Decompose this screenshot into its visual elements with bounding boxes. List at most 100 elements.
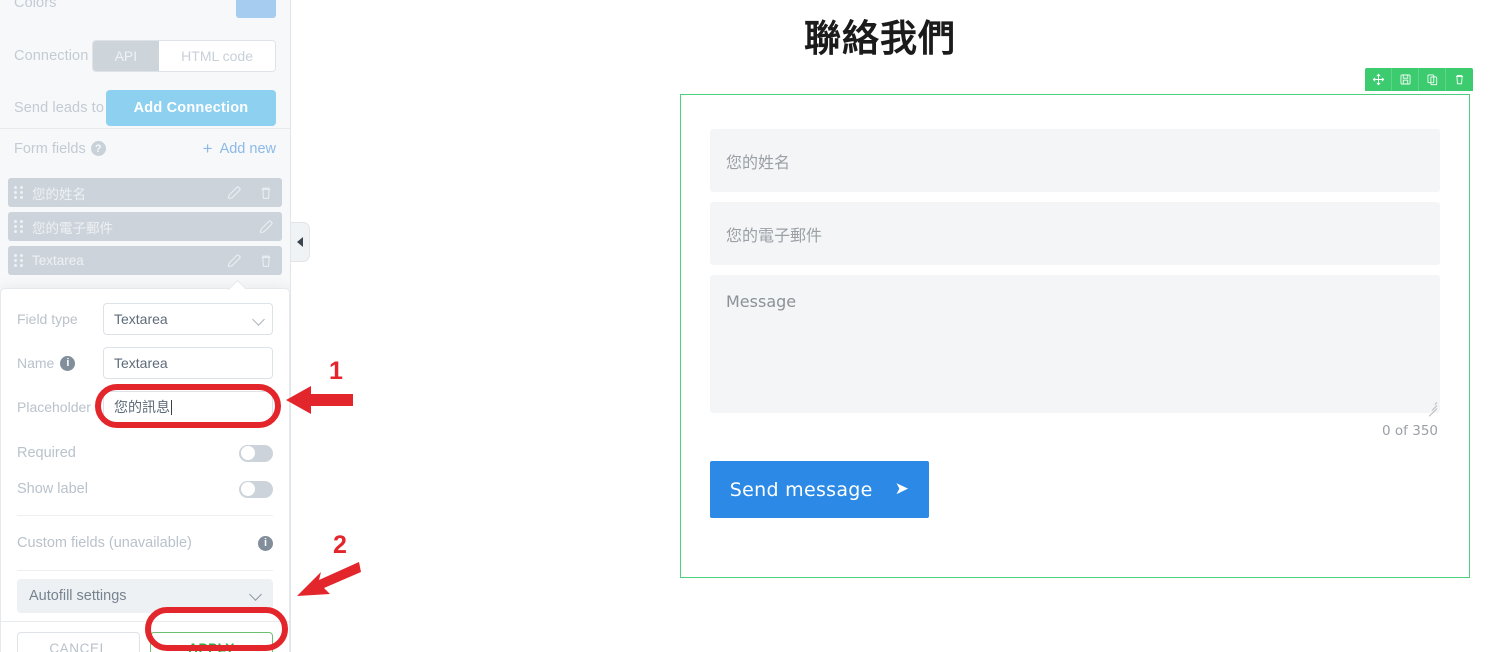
popup-caret bbox=[228, 280, 246, 290]
field-actions bbox=[258, 219, 274, 235]
colors-label: Colors bbox=[14, 0, 57, 11]
placeholder-input[interactable]: 您的訊息 bbox=[103, 391, 273, 423]
paper-plane-icon: ➤ bbox=[894, 479, 910, 499]
name-row: Name i bbox=[17, 347, 273, 379]
form-fields-preview: 您的姓名 您的電子郵件 Message 0 of 350 Send messag… bbox=[710, 129, 1440, 518]
send-leads-label: Send leads to bbox=[14, 100, 104, 116]
field-row-textarea[interactable]: Textarea bbox=[8, 246, 282, 275]
connection-label: Connection bbox=[14, 48, 89, 64]
form-preview-area: 聯絡我們 您的姓名 您的電子郵件 Message 0 of 350 Send m… bbox=[291, 0, 1507, 652]
edit-pencil-icon[interactable] bbox=[258, 219, 274, 235]
panel-divider bbox=[0, 128, 290, 129]
field-actions bbox=[226, 253, 274, 269]
name-label: Name bbox=[17, 355, 55, 371]
chevron-left-icon bbox=[297, 237, 303, 247]
tab-api[interactable]: API bbox=[92, 41, 160, 71]
edit-pencil-icon[interactable] bbox=[226, 185, 242, 201]
cancel-button[interactable]: CANCEL bbox=[17, 632, 140, 652]
required-label: Required bbox=[17, 445, 76, 461]
popup-divider-2 bbox=[17, 570, 273, 571]
name-input[interactable] bbox=[103, 347, 273, 379]
resize-handle-icon[interactable] bbox=[1426, 399, 1438, 417]
required-row: Required bbox=[17, 435, 273, 471]
custom-fields-row: Custom fields (unavailable) i bbox=[17, 524, 273, 562]
form-editor-panel: Colors Connection API HTML code Send lea… bbox=[0, 0, 291, 652]
connection-row: Connection API HTML code bbox=[14, 33, 276, 79]
placeholder-label: Placeholder bbox=[17, 399, 91, 415]
field-settings-popup: Field type Name i Place bbox=[0, 288, 290, 652]
popup-body: Field type Name i Place bbox=[1, 289, 289, 621]
char-counter: 0 of 350 bbox=[1382, 423, 1438, 439]
add-new-label: Add new bbox=[219, 140, 276, 157]
send-message-button[interactable]: Send message ➤ bbox=[710, 461, 929, 518]
field-label: 您的姓名 bbox=[32, 186, 86, 202]
preview-message-textarea[interactable]: Message bbox=[710, 275, 1440, 417]
preview-name-placeholder: 您的姓名 bbox=[726, 152, 791, 172]
chevron-down-icon bbox=[249, 588, 262, 601]
form-fields-label: Form fields bbox=[14, 140, 86, 157]
page-title: 聯絡我們 bbox=[804, 17, 956, 60]
edit-pencil-icon[interactable] bbox=[226, 253, 242, 269]
send-message-label: Send message bbox=[729, 478, 873, 501]
preview-email-input[interactable]: 您的電子郵件 bbox=[710, 202, 1440, 265]
preview-message-placeholder: Message bbox=[726, 292, 797, 311]
collapse-panel-button[interactable] bbox=[291, 222, 310, 262]
custom-fields-label: Custom fields (unavailable) bbox=[17, 535, 192, 551]
widget-toolbar bbox=[1365, 68, 1473, 91]
name-input-wrap bbox=[103, 347, 273, 379]
apply-button[interactable]: APPLY bbox=[150, 632, 273, 652]
autofill-settings-accordion[interactable]: Autofill settings bbox=[17, 579, 273, 613]
placeholder-input-wrap: 您的訊息 bbox=[103, 391, 273, 423]
show-label-label: Show label bbox=[17, 481, 88, 497]
add-new-field-button[interactable]: + Add new bbox=[203, 140, 276, 157]
duplicate-icon[interactable] bbox=[1419, 68, 1446, 91]
connection-toggle-group: API HTML code bbox=[91, 40, 276, 72]
plus-icon: + bbox=[202, 139, 213, 158]
field-type-select[interactable] bbox=[103, 303, 273, 335]
preview-name-input[interactable]: 您的姓名 bbox=[710, 129, 1440, 192]
text-cursor bbox=[171, 399, 172, 415]
field-label: 您的電子郵件 bbox=[32, 220, 113, 236]
drag-handle-icon[interactable] bbox=[14, 219, 24, 235]
field-actions bbox=[226, 185, 274, 201]
send-leads-row: Send leads to Add Connection bbox=[14, 85, 276, 131]
form-fields-header: Form fields ? + Add new bbox=[14, 140, 276, 157]
help-icon[interactable]: ? bbox=[90, 141, 106, 156]
field-row-name[interactable]: 您的姓名 bbox=[8, 178, 282, 207]
info-icon[interactable]: i bbox=[60, 355, 76, 371]
app-root: Colors Connection API HTML code Send lea… bbox=[0, 0, 1507, 652]
delete-icon[interactable] bbox=[1446, 68, 1473, 91]
show-label-toggle[interactable] bbox=[239, 480, 273, 498]
colors-row: Colors bbox=[14, 0, 276, 26]
form-preview-card: 您的姓名 您的電子郵件 Message 0 of 350 Send messag… bbox=[680, 94, 1470, 578]
drag-handle-icon[interactable] bbox=[14, 185, 24, 201]
autofill-settings-label: Autofill settings bbox=[29, 588, 127, 604]
preview-email-placeholder: 您的電子郵件 bbox=[726, 225, 823, 245]
field-label: Textarea bbox=[32, 253, 84, 268]
popup-divider-1 bbox=[17, 515, 273, 516]
form-fields-title-group: Form fields ? bbox=[14, 141, 106, 157]
custom-fields-info-icon[interactable]: i bbox=[258, 535, 273, 551]
color-swatch[interactable] bbox=[236, 0, 276, 18]
drag-handle-icon[interactable] bbox=[14, 253, 24, 269]
tab-html-code[interactable]: HTML code bbox=[159, 41, 275, 71]
form-fields-list: 您的姓名 您的電子郵件 Textarea bbox=[8, 178, 282, 280]
delete-trash-icon[interactable] bbox=[258, 253, 274, 269]
field-type-row: Field type bbox=[17, 303, 273, 335]
field-type-select-wrap bbox=[103, 303, 273, 335]
delete-trash-icon[interactable] bbox=[258, 185, 274, 201]
required-toggle[interactable] bbox=[239, 444, 273, 462]
name-label-group: Name i bbox=[17, 355, 103, 371]
placeholder-input-value: 您的訊息 bbox=[114, 399, 170, 415]
move-icon[interactable] bbox=[1365, 68, 1392, 91]
field-type-label: Field type bbox=[17, 311, 78, 327]
field-row-email[interactable]: 您的電子郵件 bbox=[8, 212, 282, 241]
autofill-chevron-wrap bbox=[249, 588, 262, 602]
add-connection-button[interactable]: Add Connection bbox=[106, 90, 276, 126]
placeholder-row: Placeholder 您的訊息 bbox=[17, 391, 273, 423]
popup-footer: CANCEL APPLY bbox=[1, 621, 289, 652]
show-label-row: Show label bbox=[17, 471, 273, 507]
toggle-knob bbox=[240, 482, 255, 496]
toggle-knob bbox=[240, 446, 255, 460]
save-icon[interactable] bbox=[1392, 68, 1419, 91]
